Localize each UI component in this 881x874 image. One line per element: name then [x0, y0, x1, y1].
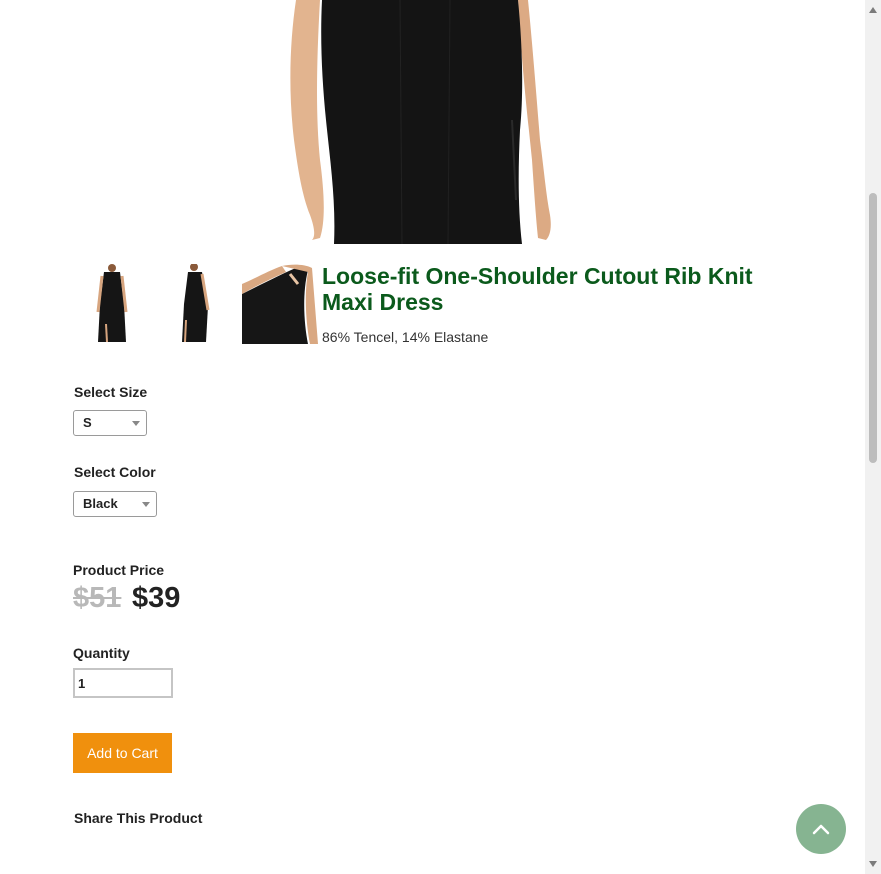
- scroll-down-arrow-icon[interactable]: [869, 861, 877, 867]
- share-product-heading: Share This Product: [74, 810, 203, 826]
- select-size-label: Select Size: [74, 384, 148, 400]
- current-price: $39: [132, 582, 181, 614]
- scrollbar-thumb[interactable]: [869, 193, 877, 463]
- add-to-cart-button[interactable]: Add to Cart: [73, 733, 172, 773]
- color-select[interactable]: Black: [73, 491, 157, 517]
- chevron-down-icon: [142, 502, 150, 507]
- product-main-image: [290, 0, 551, 244]
- quantity-input[interactable]: [73, 668, 173, 698]
- color-select-value: Black: [83, 496, 118, 511]
- size-select-value: S: [83, 415, 92, 430]
- product-thumbnail-front[interactable]: [80, 264, 142, 344]
- product-title: Loose-fit One-Shoulder Cutout Rib Knit M…: [322, 263, 753, 315]
- chevron-down-icon: [132, 421, 140, 426]
- original-price: $51: [73, 582, 122, 614]
- back-to-top-button[interactable]: [796, 804, 846, 854]
- vertical-scrollbar[interactable]: [865, 0, 881, 874]
- product-thumbnail-side[interactable]: [164, 264, 226, 344]
- size-select[interactable]: S: [73, 410, 147, 436]
- product-page: Loose-fit One-Shoulder Cutout Rib Knit M…: [0, 0, 881, 874]
- product-thumbnail-detail[interactable]: [242, 264, 318, 344]
- scroll-up-arrow-icon[interactable]: [869, 7, 877, 13]
- product-material: 86% Tencel, 14% Elastane: [322, 329, 489, 345]
- quantity-label: Quantity: [73, 645, 130, 661]
- select-color-label: Select Color: [74, 464, 156, 480]
- chevron-up-icon: [812, 824, 830, 835]
- product-price-label: Product Price: [73, 562, 165, 578]
